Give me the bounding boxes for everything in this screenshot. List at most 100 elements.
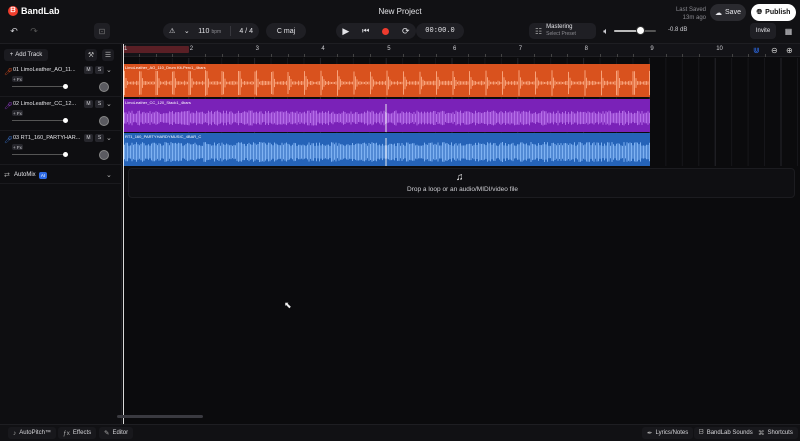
grid-square-icon: ⊡ <box>98 26 106 36</box>
publish-button[interactable]: 🌐︎ Publish <box>751 4 796 21</box>
track-tool-button[interactable]: ⚒ <box>85 49 97 61</box>
metronome-icon[interactable]: ⚠︎ <box>169 27 175 35</box>
time-sig-separator: / <box>245 27 248 35</box>
beat-tick <box>764 54 766 57</box>
calendar-icon[interactable]: ▦ <box>781 23 796 39</box>
add-track-button[interactable]: + Add Track <box>4 49 48 61</box>
solo-button[interactable]: S <box>95 134 104 142</box>
last-saved-status: Last Saved 13m ago <box>664 6 706 22</box>
audio-clip-drum[interactable]: LimoLeather_AO_110_Drum Kit-Perc1_4bars <box>123 64 650 97</box>
horizontal-scrollbar[interactable] <box>117 415 203 418</box>
track-settings-button[interactable]: ☰ <box>102 49 114 61</box>
mastering-button[interactable]: ☷ Mastering Select Preset <box>529 23 596 39</box>
solo-button[interactable]: S <box>95 100 104 108</box>
lyrics-notes-button[interactable]: ✒ Lyrics/Notes <box>642 427 694 439</box>
track-header[interactable]: 🎤︎ 03 RT1_160_PARTYHAR... M S ⌄ + Fx <box>0 132 122 165</box>
invite-button[interactable]: Invite <box>750 23 776 39</box>
loop-region[interactable] <box>123 46 189 53</box>
chevron-down-icon[interactable]: ⌄ <box>106 66 112 74</box>
redo-button[interactable]: ↷ <box>26 23 42 39</box>
chevron-down-icon[interactable]: ⌄ <box>184 27 190 35</box>
audio-clip-stack[interactable]: LimoLeather_CC_120_Stack1_4bars <box>123 99 650 132</box>
track-volume-knob[interactable] <box>62 152 68 157</box>
time-signature-field[interactable]: 4 / 4 <box>239 28 253 35</box>
beat-tick <box>221 54 223 57</box>
master-volume-readout: -0.8 dB <box>668 27 688 33</box>
add-track-label: Add Track <box>15 52 43 58</box>
bandlab-logo[interactable]: ᗷ BandLab <box>8 6 60 16</box>
track-volume-slider[interactable] <box>12 84 68 89</box>
beat-tick <box>205 54 207 57</box>
playhead[interactable] <box>123 44 124 424</box>
zoom-in-icon[interactable]: ⊕ <box>786 46 793 55</box>
command-icon: ⌘ <box>758 430 765 437</box>
track-name[interactable]: 01 LimoLeather_AO_11... <box>13 67 81 73</box>
bar-number: 7 <box>518 46 523 52</box>
magnet-icon[interactable]: ⋓ <box>753 46 760 55</box>
bandlab-logo-icon: ᗷ <box>8 6 18 16</box>
play-icon[interactable]: ▶ <box>342 26 349 37</box>
bar-ruler[interactable]: ⋓ ⊖ ⊕ 1 2 3 4 5 6 7 8 9 10 <box>123 44 800 57</box>
chevron-down-icon[interactable]: ⌄ <box>106 100 112 108</box>
track-header[interactable]: 🎤︎ 02 LimoLeather_CC_12... M S ⌄ + Fx <box>0 98 122 131</box>
track-volume-slider[interactable] <box>12 152 68 157</box>
timeline[interactable]: ⋓ ⊖ ⊕ 1 2 3 4 5 6 7 8 9 10 LimoLeather_AO_110_Dru… <box>123 44 800 424</box>
track-panel: + Add Track ⚒ ☰ 🎤︎ 01 LimoLeather_AO_11..… <box>0 44 122 424</box>
add-fx-button[interactable]: + Fx <box>12 110 23 116</box>
microphone-icon: 🎤︎ <box>4 137 13 144</box>
last-saved-value: 13m ago <box>682 15 706 21</box>
drop-zone[interactable]: ♫ Drop a loop or an audio/MIDI/video fil… <box>128 168 795 198</box>
lyrics-label: Lyrics/Notes <box>655 430 689 436</box>
chevron-down-icon[interactable]: ⌄ <box>106 171 112 179</box>
mute-button[interactable]: M <box>84 66 93 74</box>
track-volume-slider[interactable] <box>12 118 68 123</box>
beat-tick <box>353 54 355 57</box>
shortcuts-button[interactable]: ⌘ Shortcuts <box>753 427 798 439</box>
mute-button[interactable]: M <box>84 100 93 108</box>
add-fx-button[interactable]: + Fx <box>12 76 23 82</box>
bar-number: 3 <box>255 46 259 52</box>
beat-tick <box>501 54 503 57</box>
mute-button[interactable]: M <box>84 134 93 142</box>
pen-icon: ✒ <box>647 430 653 437</box>
solo-button[interactable]: S <box>95 66 104 74</box>
key-selector[interactable]: C maj <box>266 23 306 39</box>
beat-tick <box>419 54 421 57</box>
save-label: Save <box>725 9 741 16</box>
automix-row[interactable]: ⇄ AutoMix AI ⌄ <box>0 168 122 184</box>
transport-controls: ▶ ⏮︎ ⟳ <box>336 23 416 39</box>
master-volume-knob[interactable] <box>635 26 645 35</box>
bottom-bar: ♪ AutoPitch™ ƒx Effects ✎ Editor ✒ Lyric… <box>0 424 800 441</box>
track-name[interactable]: 02 LimoLeather_CC_12... <box>13 101 81 107</box>
add-fx-button[interactable]: + Fx <box>12 144 23 150</box>
zoom-out-icon[interactable]: ⊖ <box>771 46 778 55</box>
volume-button[interactable]: 🔈︎ <box>598 23 614 39</box>
editor-button[interactable]: ✎ Editor <box>99 427 134 439</box>
track-volume-knob[interactable] <box>62 118 68 123</box>
tempo-field[interactable]: 110 bpm <box>198 28 221 35</box>
pan-knob[interactable] <box>99 150 109 160</box>
chevron-down-icon[interactable]: ⌄ <box>106 134 112 142</box>
pan-knob[interactable] <box>99 82 109 92</box>
autopitch-button[interactable]: ♪ AutoPitch™ <box>8 427 56 439</box>
undo-button[interactable]: ↶ <box>6 23 22 39</box>
record-mode-button[interactable]: ⊡ <box>94 23 110 39</box>
track-volume-knob[interactable] <box>62 84 68 89</box>
time-display: 00:00.0 <box>416 23 464 39</box>
effects-button[interactable]: ƒx Effects <box>58 427 97 439</box>
loop-icon[interactable]: ⟳ <box>402 26 410 37</box>
autopitch-label: AutoPitch™ <box>19 430 51 436</box>
track-name[interactable]: 03 RT1_160_PARTYHAR... <box>13 135 81 141</box>
project-title[interactable]: New Project <box>350 7 450 16</box>
bandlab-sounds-button[interactable]: ᗷ BandLab Sounds <box>694 427 758 439</box>
master-volume-slider[interactable] <box>614 26 656 35</box>
audio-clip-party[interactable]: RT1_160_PARTYHARDYMUSIC_4BAR_C <box>123 133 650 166</box>
top-bar: ᗷ BandLab New Project Last Saved 13m ago… <box>0 0 800 44</box>
save-button[interactable]: ☁ Save <box>710 4 746 21</box>
fx-icon: ƒx <box>63 429 70 437</box>
pan-knob[interactable] <box>99 116 109 126</box>
track-header[interactable]: 🎤︎ 01 LimoLeather_AO_11... M S ⌄ + Fx <box>0 64 122 97</box>
record-icon[interactable] <box>382 27 390 35</box>
skip-to-start-icon[interactable]: ⏮︎ <box>362 26 369 36</box>
beat-tick <box>682 54 684 57</box>
